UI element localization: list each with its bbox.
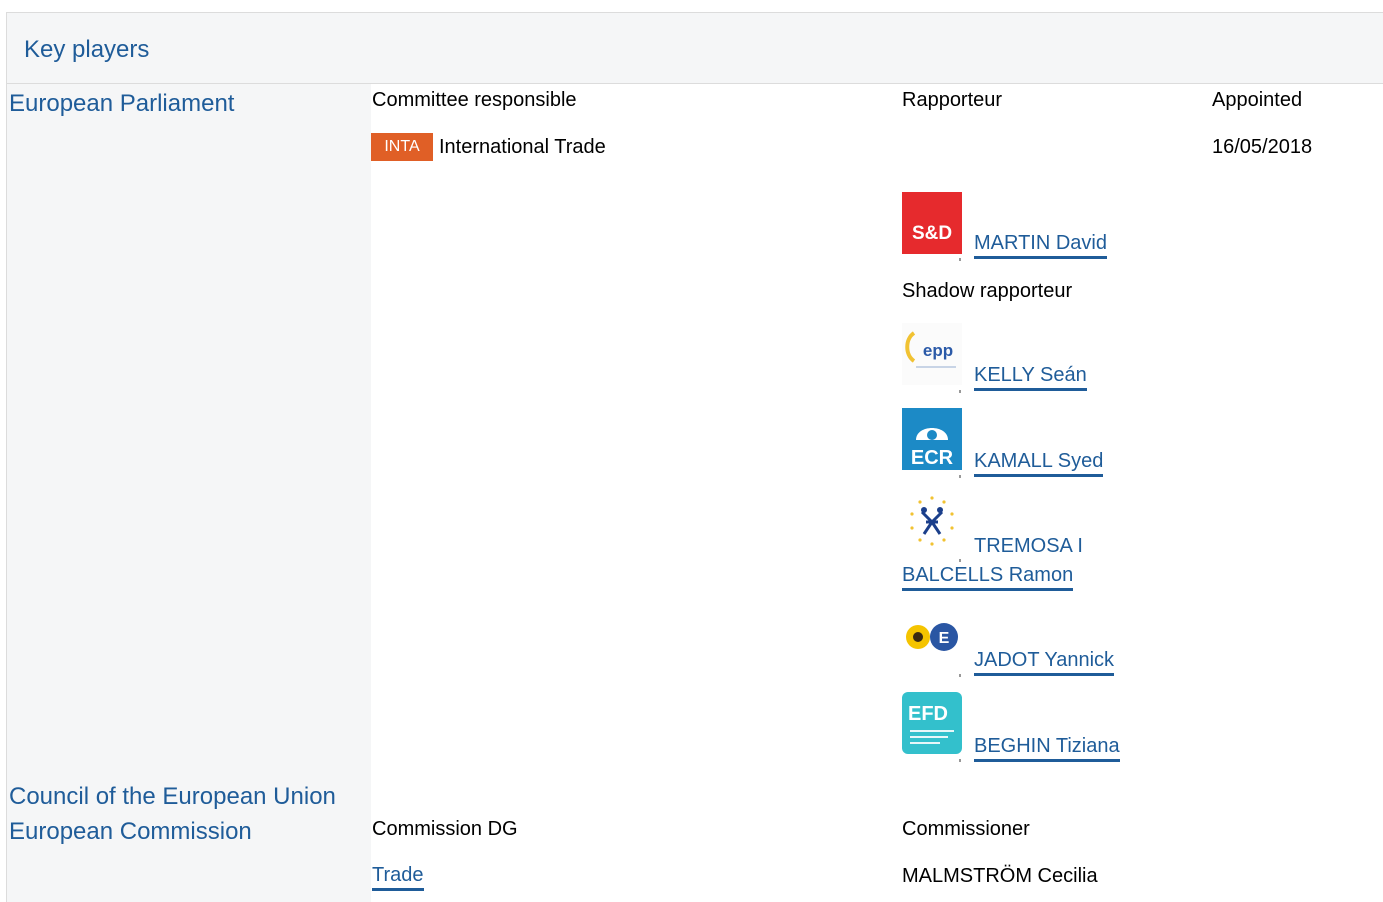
- epp-group-logo: epp: [902, 323, 962, 385]
- rapporteur-header: Rapporteur: [902, 89, 1003, 111]
- shadow-link-jadot[interactable]: JADOT Yannick: [974, 647, 1115, 676]
- efd-group-logo: EFD: [902, 692, 962, 754]
- institution-european-commission[interactable]: European Commission: [9, 818, 252, 846]
- logo-tick: [959, 475, 961, 478]
- shadow-link-tremosa-line2[interactable]: BALCELLS Ramon: [902, 562, 1074, 591]
- institution-council[interactable]: Council of the European Union: [9, 783, 336, 811]
- committee-name: International Trade: [439, 136, 606, 158]
- alde-group-logo: [902, 492, 962, 554]
- svg-text:S&D: S&D: [912, 223, 952, 244]
- commissioner-header: Commissioner: [902, 818, 1030, 840]
- logo-tick: [959, 759, 961, 762]
- shadow-link-kamall[interactable]: KAMALL Syed: [974, 448, 1104, 477]
- key-players-header: Key players: [6, 13, 1383, 84]
- shadow-link-kelly[interactable]: KELLY Seán: [974, 362, 1087, 391]
- appointed-header: Appointed: [1212, 89, 1303, 111]
- svg-text:E: E: [939, 630, 950, 647]
- institution-european-parliament[interactable]: European Parliament: [9, 90, 234, 118]
- commission-dg-link[interactable]: Trade: [372, 862, 424, 891]
- svg-text:EFD: EFD: [908, 703, 948, 725]
- svg-text:ECR: ECR: [911, 447, 954, 469]
- section-title: Key players: [24, 36, 150, 63]
- rapporteur-link[interactable]: MARTIN David: [974, 230, 1107, 259]
- logo-tick: [959, 390, 961, 393]
- sd-group-logo: S&D: [902, 192, 962, 254]
- committee-responsible-header: Committee responsible: [372, 89, 577, 111]
- shadow-rapporteur-label: Shadow rapporteur: [902, 280, 1073, 302]
- logo-tick: [959, 258, 961, 261]
- shadow-link-tremosa-line1[interactable]: TREMOSA I: [974, 533, 1083, 559]
- institutions-column: European Parliament Council of the Europ…: [6, 84, 371, 902]
- greens-efa-group-logo: E: [902, 607, 962, 669]
- commissioner-name: MALMSTRÖM Cecilia: [902, 865, 1098, 887]
- commission-dg-header: Commission DG: [372, 818, 518, 840]
- logo-tick: [959, 674, 961, 677]
- committee-badge[interactable]: INTA: [371, 133, 433, 161]
- appointed-date: 16/05/2018: [1212, 136, 1313, 158]
- ecr-group-logo: ECR: [902, 408, 962, 470]
- shadow-link-beghin[interactable]: BEGHIN Tiziana: [974, 733, 1120, 762]
- svg-text:epp: epp: [923, 341, 953, 360]
